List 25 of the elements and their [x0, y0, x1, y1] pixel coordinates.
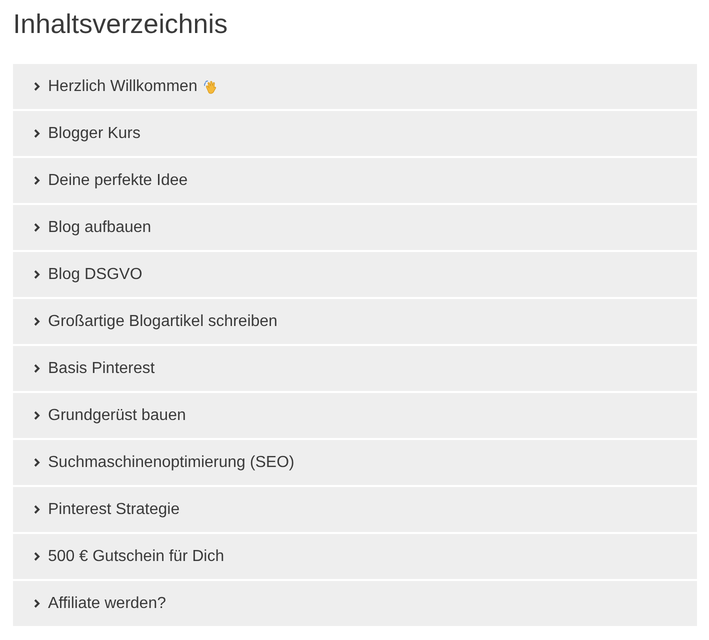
section-toggle[interactable]: Blogger Kurs: [13, 111, 697, 156]
chevron-icon: [34, 82, 40, 91]
chevron-icon: [34, 458, 40, 467]
section-toggle[interactable]: Pinterest Strategie: [13, 487, 697, 532]
section-toggle[interactable]: Deine perfekte Idee: [13, 158, 697, 203]
chevron-icon: [34, 176, 40, 185]
chevron-icon: [34, 317, 40, 326]
chevron-icon: [34, 599, 40, 608]
chevron-icon: [34, 223, 40, 232]
section-toggle[interactable]: Suchmaschinenoptimierung (SEO): [13, 440, 697, 485]
section-toggle[interactable]: Blog aufbauen: [13, 205, 697, 250]
section-toggle[interactable]: Blog DSGVO: [13, 252, 697, 297]
chevron-icon: [34, 270, 40, 279]
section-toggle[interactable]: Basis Pinterest: [13, 346, 697, 391]
chevron-icon: [34, 411, 40, 420]
chevron-icon: [34, 129, 40, 138]
chevron-icon: [34, 505, 40, 514]
page-title: Inhaltsverzeichnis: [13, 9, 228, 40]
section-toggle[interactable]: Grundgerüst bauen: [13, 393, 697, 438]
chevron-icon: [34, 552, 40, 561]
section-toggle[interactable]: 500 € Gutschein für Dich: [13, 534, 697, 579]
section-toggle[interactable]: Herzlich Willkommen: [13, 64, 697, 109]
chevron-icon: [34, 364, 40, 373]
section-toggle[interactable]: Affiliate werden?: [13, 581, 697, 626]
section-toggle[interactable]: Großartige Blogartikel schreiben: [13, 299, 697, 344]
